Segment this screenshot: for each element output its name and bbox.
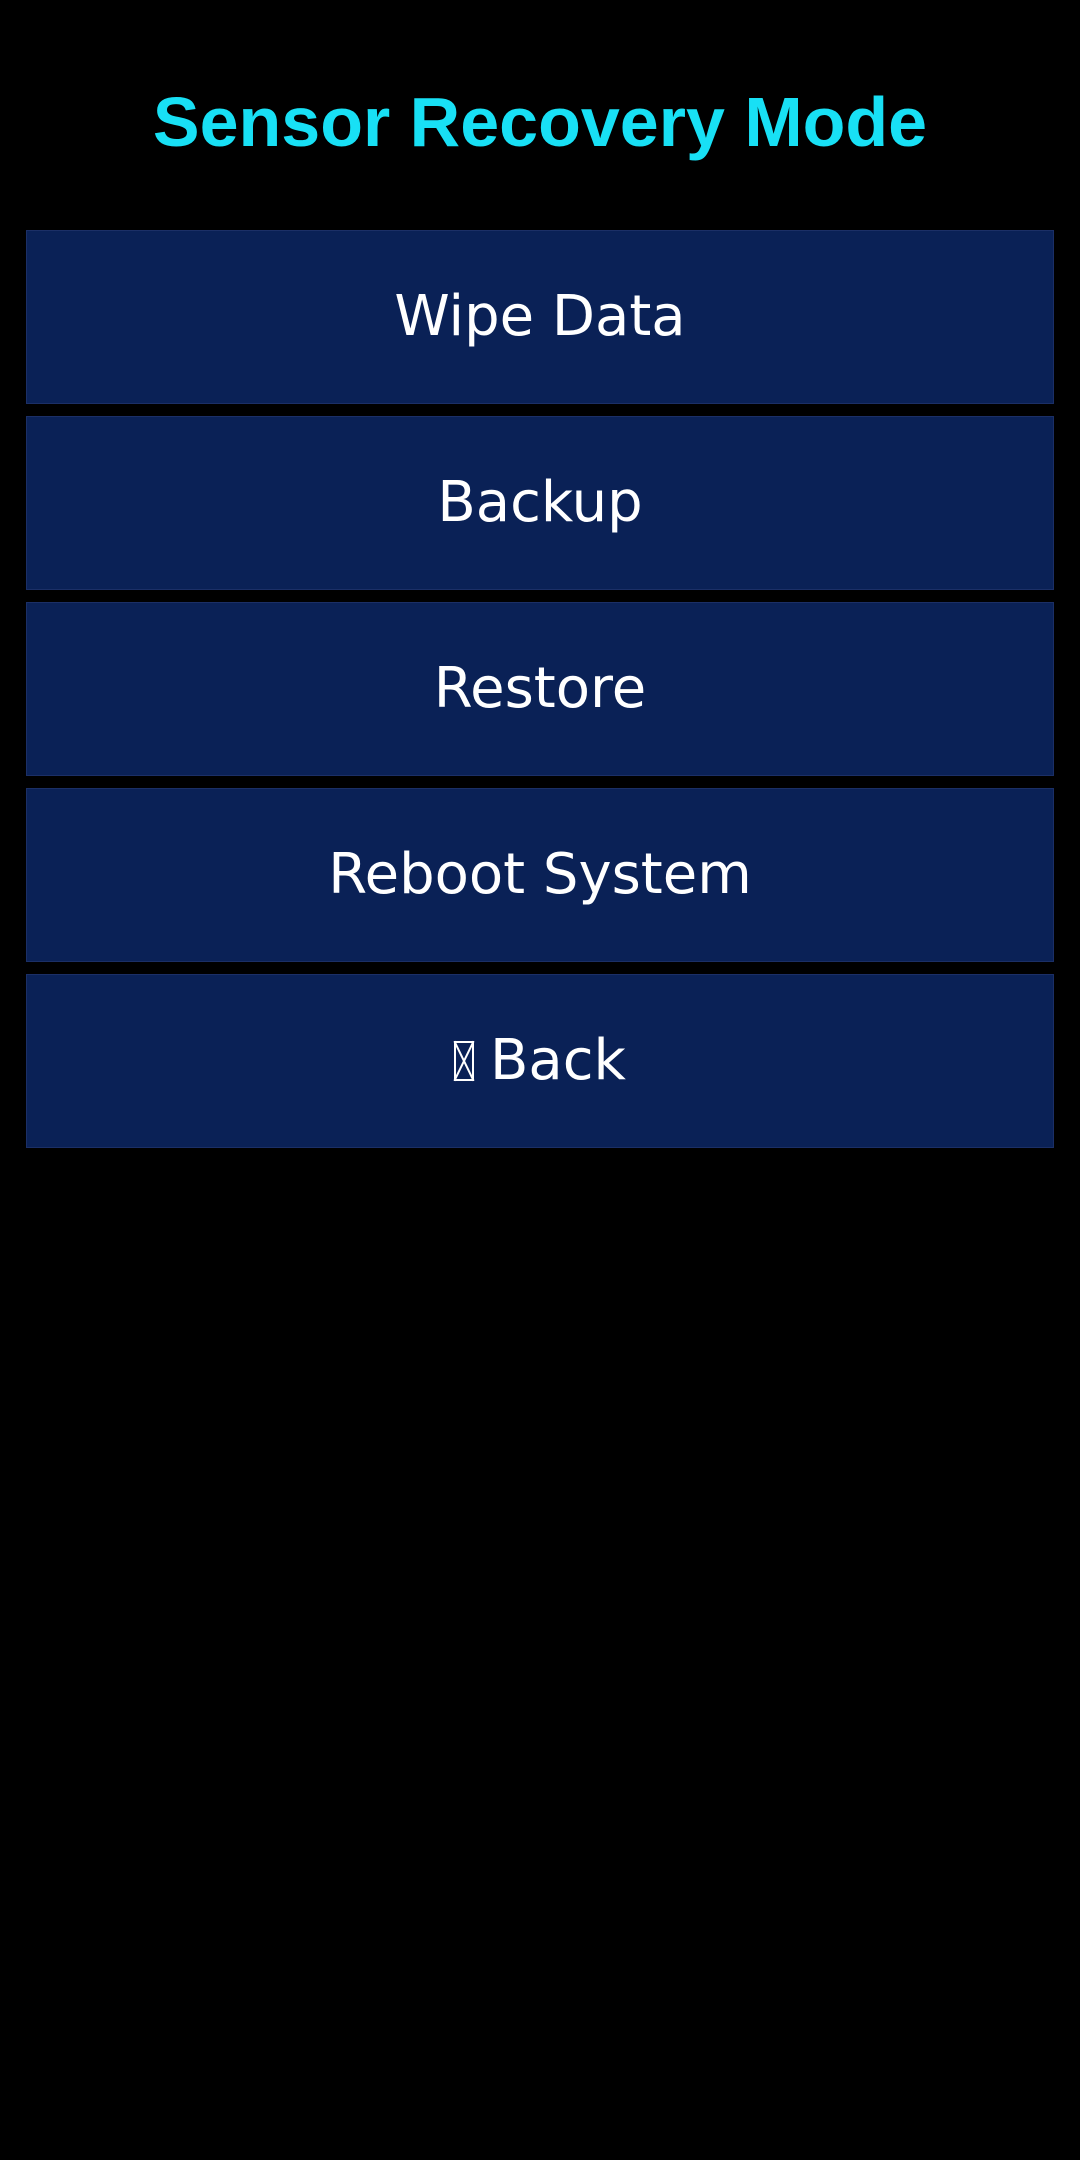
wipe-data-label: Wipe Data: [394, 284, 686, 349]
recovery-screen: Sensor Recovery Mode Wipe Data Backup Re…: [0, 0, 1080, 2160]
back-label: Back: [490, 1028, 626, 1093]
missing-glyph-icon: [454, 1041, 475, 1081]
reboot-system-button[interactable]: Reboot System: [26, 788, 1054, 962]
reboot-system-label: Reboot System: [328, 842, 752, 907]
page-title: Sensor Recovery Mode: [152, 83, 928, 161]
backup-label: Backup: [437, 470, 643, 535]
restore-label: Restore: [433, 656, 647, 721]
backup-button[interactable]: Backup: [26, 416, 1054, 590]
restore-button[interactable]: Restore: [26, 602, 1054, 776]
recovery-menu: Wipe Data Backup Restore Reboot System B…: [26, 230, 1054, 1160]
back-button[interactable]: Back: [26, 974, 1054, 1148]
wipe-data-button[interactable]: Wipe Data: [26, 230, 1054, 404]
